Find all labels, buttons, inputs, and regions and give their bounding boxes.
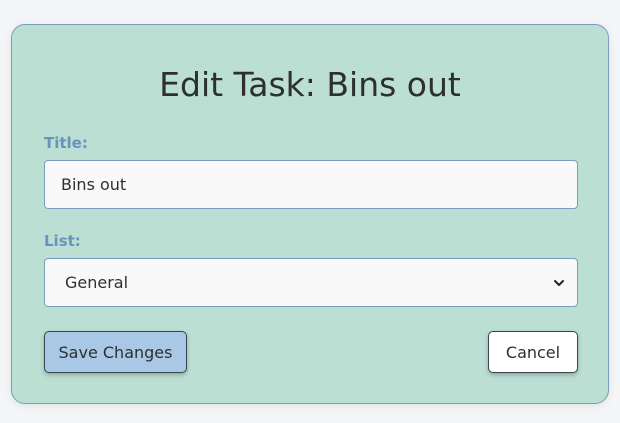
- list-select-value: General: [65, 273, 129, 292]
- title-input[interactable]: [44, 160, 578, 209]
- page: Edit Task: Bins out Title: List: General…: [0, 0, 620, 423]
- chevron-down-icon: [553, 277, 565, 289]
- list-label: List:: [44, 232, 81, 250]
- title-label: Title:: [44, 134, 88, 152]
- list-select[interactable]: General: [44, 258, 578, 307]
- page-title: Edit Task: Bins out: [159, 65, 461, 104]
- save-changes-button[interactable]: Save Changes: [44, 331, 187, 373]
- cancel-button[interactable]: Cancel: [488, 331, 578, 373]
- edit-task-card: Edit Task: Bins out Title: List: General…: [11, 24, 609, 404]
